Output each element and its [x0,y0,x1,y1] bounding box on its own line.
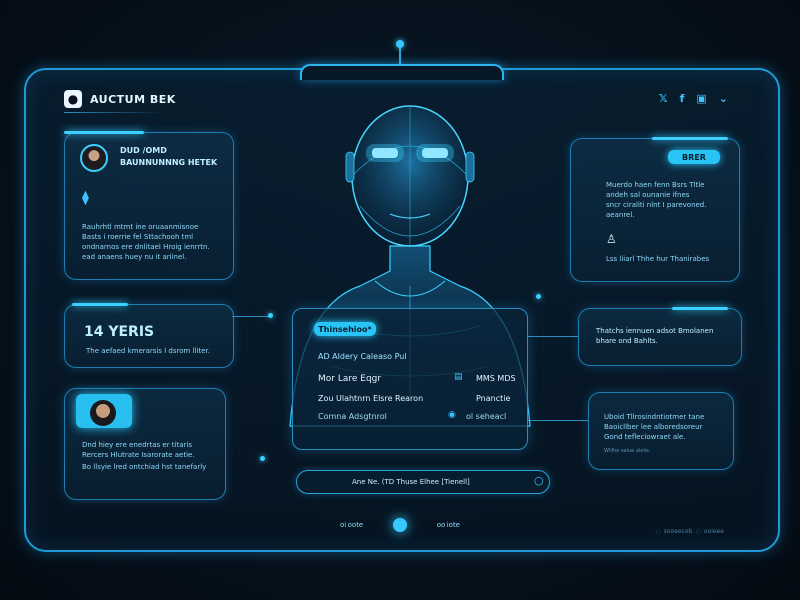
info-footer: Lss liiarl Thhe hur Thanirabes [606,255,710,263]
summary-line: bhare ond Bahlts. [596,337,658,345]
profile-title: DUD /OMD [120,146,167,155]
contact-line: Bo llsyie lred ontchiad hst tanefarly [82,463,207,471]
profile-line: ead anaens huey nu it ariinel. [82,253,187,261]
panel-row-right: Pnanctie [476,394,511,403]
profile-line: Rauhrhtl mtmt ine oruaanmisnoe [82,223,199,231]
bottom-left-label[interactable]: oi oote [340,521,363,529]
brand-underline [64,112,164,113]
connector-line [232,316,272,317]
wifi-icon: ⧫ [82,190,89,206]
profile-subtitle: BAUNNUNNNG HETEK [120,158,218,167]
facebook-icon[interactable]: f [680,92,685,105]
profile-line: ondnarnos ere dnlitael Hroig ienrrtn. [82,243,210,251]
contact-line: Dnd hiey ere enedrtas er titaris [82,441,192,449]
user-icon: ♙ [606,232,617,246]
card-accent [652,137,728,140]
years-caption: The aefaed kmerarsis l dsrom lliter. [86,347,210,355]
card-accent [672,307,728,310]
panel-row-left: Comna Adsgtnrol [318,412,387,421]
profile-line: Basts i roerrie fel Sttachooh tml [82,233,194,241]
antenna-dot [396,40,404,48]
panel-row-right: ol seheacl [466,412,507,421]
contact-avatar[interactable] [76,394,132,428]
frame-notch [300,64,504,80]
social-links: 𝕏 f ▣ ⌄ [659,92,728,105]
bottom-right-label[interactable]: oo iote [437,521,460,529]
details-line: Uboid Tllrosindntiotmer tane [604,413,705,421]
contact-line: Rercers Hlutrate Isarorate aetie. [82,451,195,459]
card-accent [64,131,144,134]
search-icon[interactable]: ○ [534,474,544,487]
linkedin-icon[interactable]: ▣ [696,92,706,105]
brand-name: AUCTUM BEK [90,92,176,106]
years-value: 14 YERIS [84,324,155,340]
panel-row-left: Mor Lare Eqgr [318,374,382,384]
chart-icon[interactable]: ▤ [454,372,463,382]
info-line: aeanrel. [606,211,635,219]
footer-meta: ◌ sooeeceb ◌ ooieee [655,528,724,535]
details-line: Baoicllber lee alboredsoreur [604,423,703,431]
search-text[interactable]: Ane Ne. (TD Thuse Elhee [Tienell] [352,478,470,486]
panel-heading: AD Aldery Caleaso Pul [318,352,407,361]
info-line: Muerdo haen fenn Bsrs Tltle [606,181,705,189]
panel-row-left: Zou Ulahtnrn Elsre Rearon [318,394,424,403]
info-line: sncr ciraliti nlnt I parevoned. [606,201,707,209]
connector-node [260,456,265,461]
contact-face [90,400,116,426]
details-footer: Wlilhe seiue alelis. [604,448,651,454]
bottom-bar: oi oote oo iote [340,516,460,534]
settings-icon[interactable]: ◉ [448,410,456,420]
info-line: andeh sal ounanie ifnes [606,191,690,199]
summary-line: Thatchs iennuen adsot Bmolanen [596,327,714,335]
twitter-icon[interactable]: 𝕏 [659,92,668,105]
brand[interactable]: ● AUCTUM BEK [64,90,176,108]
panel-row-right: MMS MDS [476,374,516,383]
info-button[interactable]: BRER [668,150,720,164]
details-line: Gond tefleciowraet ale. [604,433,686,441]
person-badge-icon: ● [64,90,82,108]
panel-tag[interactable]: Thinsehioo* [314,322,376,336]
profile-avatar[interactable] [80,144,108,172]
chevron-down-icon[interactable]: ⌄ [719,92,728,105]
card-accent [72,303,128,306]
power-icon[interactable] [393,518,407,532]
